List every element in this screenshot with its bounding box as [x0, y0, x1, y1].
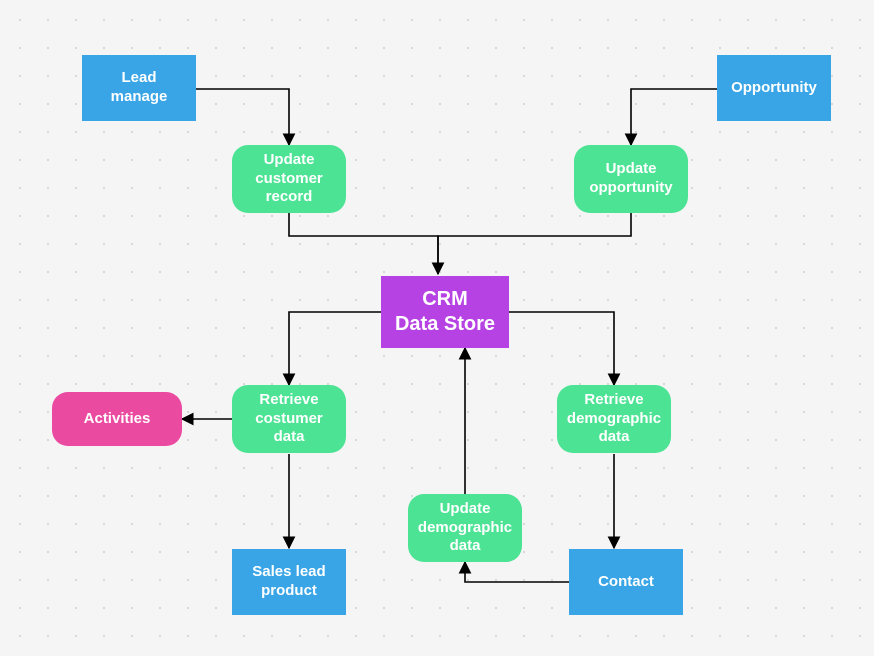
node-retrieve-demographic-data[interactable]: Retrieve demographic data — [557, 385, 671, 453]
node-lead-manage[interactable]: Lead manage — [82, 55, 196, 121]
node-contact[interactable]: Contact — [569, 549, 683, 615]
node-crm-data-store[interactable]: CRM Data Store — [381, 276, 509, 348]
node-sales-lead-product[interactable]: Sales lead product — [232, 549, 346, 615]
node-label: Activities — [84, 410, 151, 429]
node-label: Update demographic data — [418, 500, 512, 556]
node-label: Sales lead product — [242, 563, 336, 601]
node-label: CRM Data Store — [395, 287, 495, 337]
node-activities[interactable]: Activities — [52, 392, 182, 446]
node-label: Opportunity — [731, 79, 817, 98]
node-update-customer-record[interactable]: Update customer record — [232, 145, 346, 213]
node-label: Update opportunity — [584, 160, 678, 198]
node-update-demographic-data[interactable]: Update demographic data — [408, 494, 522, 562]
node-retrieve-customer-data[interactable]: Retrieve costumer data — [232, 385, 346, 453]
node-label: Retrieve demographic data — [567, 391, 661, 447]
node-opportunity[interactable]: Opportunity — [717, 55, 831, 121]
node-label: Retrieve costumer data — [242, 391, 336, 447]
node-label: Update customer record — [242, 151, 336, 207]
node-label: Contact — [598, 573, 654, 592]
node-update-opportunity[interactable]: Update opportunity — [574, 145, 688, 213]
node-label: Lead manage — [92, 69, 186, 107]
